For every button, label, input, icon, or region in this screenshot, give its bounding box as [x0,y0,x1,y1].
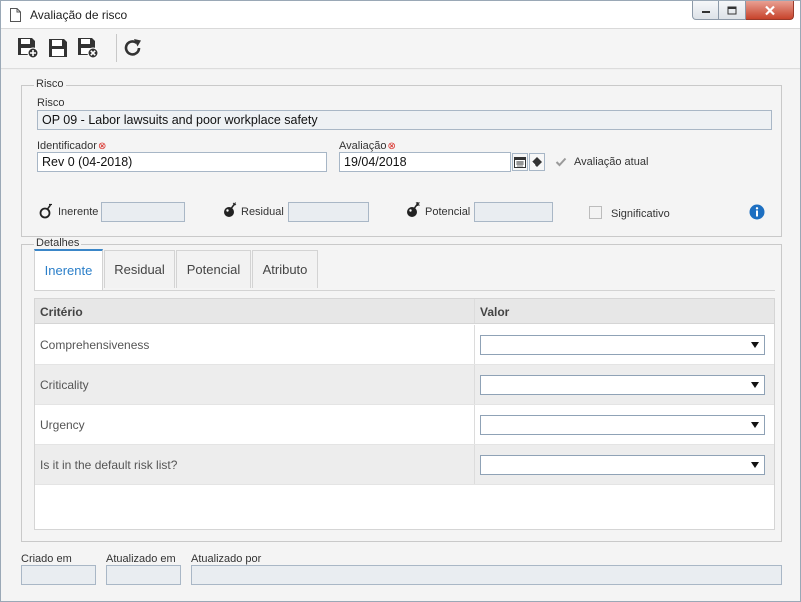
save-and-close-icon [78,38,99,59]
residual-field[interactable] [288,202,369,222]
valor-select[interactable] [480,335,765,355]
significativo-checkbox[interactable] [589,206,602,219]
atualizado-por-field[interactable] [191,565,782,585]
residual-risk-icon [224,202,237,217]
save-icon [49,39,67,57]
grid-header: Critério Valor [35,299,774,324]
risco-group-legend: Risco [34,78,66,90]
minimize-icon [701,11,710,13]
criado-em-field[interactable] [21,565,96,585]
potential-risk-icon [407,202,420,217]
avaliacao-atual-label: Avaliação atual [574,156,649,168]
dropdown-arrow-icon [751,342,759,348]
avaliacao-label: Avaliação⊗ [339,140,396,152]
calendar-button[interactable] [512,153,528,171]
table-row: Urgency [35,405,774,445]
refresh-button[interactable] [122,37,144,59]
valor-select[interactable] [480,375,765,395]
dropdown-arrow-icon [751,382,759,388]
dropdown-arrow-icon [751,462,759,468]
risco-field[interactable]: OP 09 - Labor lawsuits and poor workplac… [37,110,772,130]
maximize-icon [727,6,737,14]
valor-select[interactable] [480,455,765,475]
atualizado-em-label: Atualizado em [106,553,176,565]
refresh-icon [124,39,141,56]
detalhes-group-legend: Detalhes [34,237,82,249]
criterio-cell: Is it in the default risk list? [40,458,178,472]
tab-inerente[interactable]: Inerente [34,249,103,290]
column-header-criterio[interactable]: Critério [40,305,83,319]
tab-divider [34,290,775,291]
tab-residual[interactable]: Residual [104,250,175,288]
valor-select[interactable] [480,415,765,435]
clear-date-button[interactable] [529,153,545,171]
eraser-icon [531,157,542,167]
potencial-label: Potencial [425,206,471,218]
window-controls [692,1,796,21]
title-bar: Avaliação de risco [1,1,800,29]
criteria-grid: Critério Valor Comprehensiveness Critica… [34,298,775,530]
info-icon[interactable] [749,204,765,220]
atualizado-por-label: Atualizado por [191,553,262,565]
inerente-label: Inerente [58,206,99,218]
potencial-field[interactable] [474,202,553,222]
atualizado-em-field[interactable] [106,565,181,585]
save-and-new-icon [18,38,39,59]
criterio-cell: Criticality [40,378,89,392]
column-divider [474,365,475,404]
avaliacao-date-field[interactable]: 19/04/2018 [339,152,511,172]
column-divider [474,445,475,484]
inherent-risk-icon [39,203,52,219]
risco-label: Risco [37,97,65,109]
required-icon: ⊗ [97,141,107,152]
residual-label: Residual [241,206,284,218]
save-button[interactable] [47,37,69,59]
tab-atributo[interactable]: Atributo [252,250,318,288]
avaliacao-atual-checkbox[interactable] [554,155,567,168]
dropdown-arrow-icon [751,422,759,428]
risco-group: Risco Risco OP 09 - Labor lawsuits and p… [21,78,782,237]
toolbar [1,29,800,69]
column-divider [474,299,475,323]
checkmark-icon [555,157,566,166]
identificador-field[interactable]: Rev 0 (04-2018) [37,152,327,172]
minimize-button[interactable] [692,1,719,20]
table-row: Criticality [35,365,774,405]
column-divider [474,325,475,364]
criterio-cell: Comprehensiveness [40,338,150,352]
form-content: Risco Risco OP 09 - Labor lawsuits and p… [1,70,800,601]
toolbar-separator [116,34,117,62]
document-icon [10,8,21,22]
close-icon [764,5,775,15]
column-header-valor[interactable]: Valor [480,305,509,319]
maximize-button[interactable] [719,1,746,20]
column-divider [474,405,475,444]
inerente-field[interactable] [101,202,185,222]
risk-assessment-window: Avaliação de risco Risco Risco OP 09 - L… [0,0,801,602]
tab-potencial[interactable]: Potencial [176,250,251,288]
window-title: Avaliação de risco [30,8,128,22]
save-and-close-button[interactable] [77,37,99,59]
significativo-label: Significativo [611,208,670,220]
required-icon: ⊗ [387,141,396,152]
table-row: Is it in the default risk list? [35,445,774,485]
close-button[interactable] [746,1,794,20]
save-and-new-button[interactable] [17,37,39,59]
table-row: Comprehensiveness [35,325,774,365]
criado-em-label: Criado em [21,553,72,565]
criterio-cell: Urgency [40,418,85,432]
calendar-icon [514,157,526,168]
identificador-label: Identificador⊗ [37,140,107,152]
